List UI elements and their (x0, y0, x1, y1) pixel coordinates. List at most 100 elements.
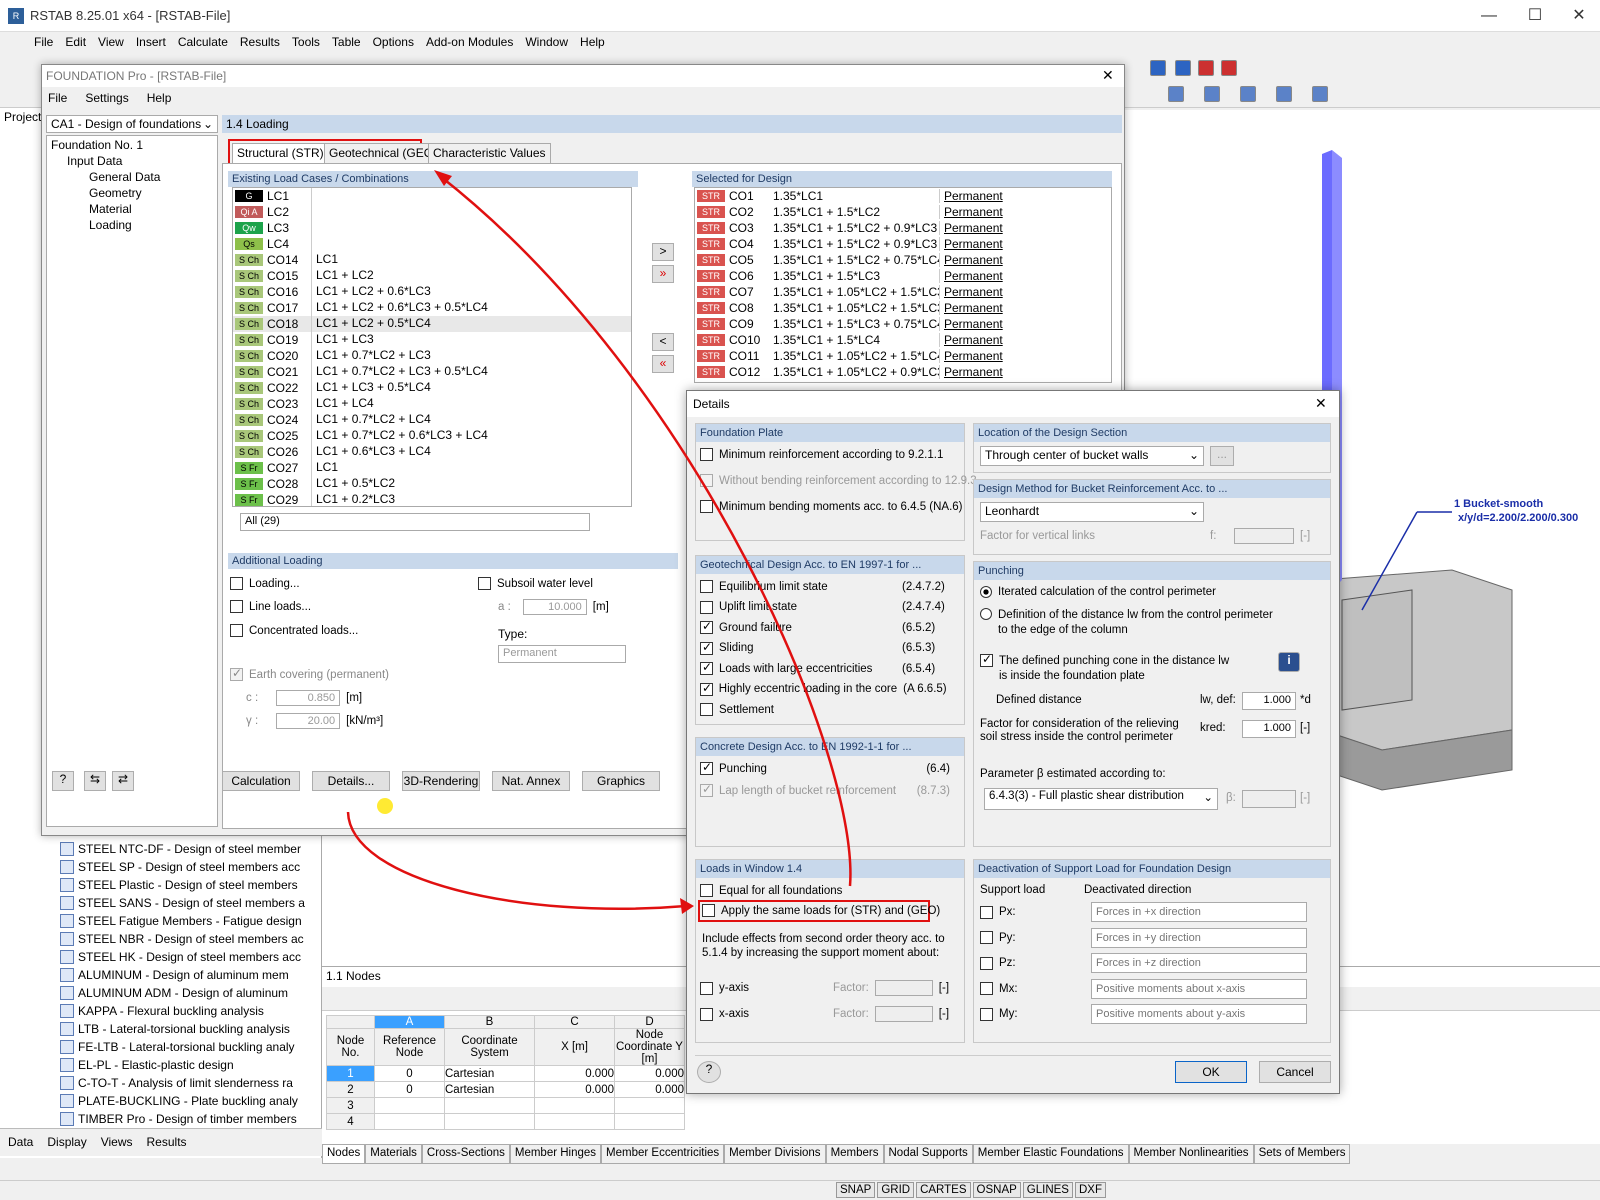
existing-row[interactable]: G LC1 (233, 188, 631, 204)
tree-root[interactable]: Foundation No. 1 (51, 138, 143, 152)
table-cell[interactable] (534, 1097, 615, 1114)
existing-row[interactable]: S Ch CO16 LC1 + LC2 + 0.6*LC3 (233, 284, 631, 300)
calculation-button[interactable]: Calculation (222, 771, 300, 791)
tab-str[interactable]: Structural (STR) (232, 143, 329, 165)
table-cell[interactable]: 2 (326, 1081, 375, 1098)
toolbar-icon[interactable] (1276, 86, 1292, 102)
table-tab[interactable]: Members (825, 1144, 884, 1164)
maximize-icon[interactable]: ☐ (1512, 0, 1558, 32)
table-cell[interactable]: 0.000 (614, 1065, 685, 1082)
ok-button[interactable]: OK (1175, 1061, 1247, 1083)
table-cell[interactable]: 0.000 (534, 1081, 615, 1098)
status-toggle[interactable]: CARTES (916, 1182, 971, 1198)
existing-list[interactable]: G LC1 Qi A LC2 Qw LC3 Qs LC4 S Ch CO14 LC1 S Ch CO15… (232, 187, 632, 507)
col-a[interactable]: A (374, 1015, 445, 1029)
def-dist-radio[interactable] (980, 608, 992, 620)
case-select[interactable]: CA1 - Design of foundations ⌄ (46, 115, 218, 133)
x-factor-input[interactable] (874, 1006, 933, 1022)
tree-general-data[interactable]: General Data (89, 170, 160, 184)
close-icon[interactable]: ✕ (1556, 0, 1600, 32)
module-item[interactable]: PLATE-BUCKLING - Plate buckling analy (60, 1092, 298, 1110)
fp-menu-help[interactable]: Help (147, 91, 172, 105)
deact-checkbox[interactable] (980, 982, 993, 995)
selected-row[interactable]: STR CO11 1.35*LC1 + 1.05*LC2 + 1.5*LC4 Perm… (695, 348, 1111, 364)
rendering-button[interactable]: 3D-Rendering (402, 771, 480, 791)
table-tab[interactable]: Nodal Supports (883, 1144, 973, 1164)
table-cell[interactable] (444, 1113, 535, 1130)
module-item[interactable]: KAPPA - Flexural buckling analysis (60, 1002, 264, 1020)
selected-row[interactable]: STR CO6 1.35*LC1 + 1.5*LC3 Permanent (695, 268, 1111, 284)
cancel-button[interactable]: Cancel (1259, 1061, 1331, 1083)
table-cell[interactable]: 1 (326, 1065, 375, 1082)
minimize-icon[interactable]: — (1466, 0, 1512, 32)
iter-radio[interactable] (980, 586, 992, 598)
nav-tab-views[interactable]: Views (101, 1135, 133, 1150)
selected-row[interactable]: STR CO7 1.35*LC1 + 1.05*LC2 + 1.5*LC3 Perma… (695, 284, 1111, 300)
tree-geometry[interactable]: Geometry (89, 186, 142, 200)
equal-foundations-checkbox[interactable] (700, 884, 713, 897)
geo-checkbox[interactable] (700, 580, 713, 593)
module-item[interactable]: STEEL Plastic - Design of steel members (60, 876, 298, 894)
table-cell[interactable] (614, 1113, 685, 1130)
toolbar-icon[interactable] (1198, 60, 1214, 76)
existing-row[interactable]: S Ch CO19 LC1 + LC3 (233, 332, 631, 348)
y-axis-checkbox[interactable] (700, 981, 713, 995)
menu-window[interactable]: Window (519, 32, 574, 52)
menu-addon[interactable]: Add-on Modules (420, 32, 519, 52)
deact-checkbox[interactable] (980, 905, 993, 919)
menu-file[interactable]: File (0, 32, 59, 52)
tab-geo[interactable]: Geotechnical (GEO) (324, 143, 443, 165)
deact-checkbox[interactable] (980, 931, 993, 944)
menu-insert[interactable]: Insert (130, 32, 172, 52)
table-row[interactable]: 3 (326, 1097, 685, 1114)
table-tab[interactable]: Sets of Members (1253, 1144, 1351, 1164)
menu-view[interactable]: View (92, 32, 130, 52)
fp-menu-settings[interactable]: Settings (85, 91, 128, 105)
existing-row[interactable]: S Ch CO20 LC1 + 0.7*LC2 + LC3 (233, 348, 631, 364)
status-toggle[interactable]: DXF (1074, 1182, 1106, 1198)
existing-row[interactable]: S Ch CO26 LC1 + 0.6*LC3 + LC4 (233, 444, 631, 460)
punching-checkbox[interactable] (700, 760, 713, 775)
nav-tab-results[interactable]: Results (147, 1135, 187, 1150)
export-icon[interactable]: ⇆ (84, 771, 106, 791)
module-item[interactable]: STEEL SP - Design of steel members acc (60, 858, 300, 876)
beta-select[interactable]: 6.4.3(3) - Full plastic shear distributi… (984, 788, 1218, 810)
tree-input-data[interactable]: Input Data (67, 154, 122, 168)
deact-checkbox[interactable] (980, 1007, 993, 1021)
existing-row[interactable]: S Fr CO29 LC1 + 0.2*LC3 (233, 492, 631, 506)
info-icon[interactable]: i (1278, 652, 1300, 672)
foundation-close-icon[interactable]: ✕ (1102, 67, 1114, 84)
nat-annex-button[interactable]: Nat. Annex (492, 771, 570, 791)
col-c[interactable]: C (534, 1015, 615, 1029)
details-help-icon[interactable]: ? (697, 1061, 721, 1083)
deact-select[interactable]: Forces in +x direction (1091, 902, 1307, 922)
module-item[interactable]: STEEL Fatigue Members - Fatigue design (60, 912, 302, 930)
remove-one-button[interactable]: < (652, 333, 674, 351)
module-item[interactable]: ALUMINUM ADM - Design of aluminum (60, 984, 288, 1002)
deact-select[interactable]: Positive moments about x-axis (1091, 978, 1307, 999)
table-cell[interactable]: 0 (374, 1065, 445, 1082)
line-loads-checkbox[interactable] (230, 600, 243, 613)
existing-row[interactable]: S Ch CO21 LC1 + 0.7*LC2 + LC3 + 0.5*LC4 (233, 364, 631, 380)
method-select[interactable]: Leonhardt ⌄ (980, 502, 1204, 522)
table-tab[interactable]: Member Divisions (724, 1144, 826, 1164)
table-cell[interactable] (614, 1097, 685, 1114)
import-icon[interactable]: ⇄ (112, 771, 134, 791)
table-cell[interactable] (374, 1097, 445, 1114)
kred-input[interactable]: 1.000 (1242, 720, 1296, 738)
existing-row[interactable]: S Ch CO22 LC1 + LC3 + 0.5*LC4 (233, 380, 631, 396)
toolbar-icon[interactable] (1175, 60, 1191, 76)
conc-loads-checkbox[interactable] (230, 624, 243, 637)
earth-checkbox[interactable] (230, 666, 243, 681)
y-factor-input[interactable] (874, 980, 933, 996)
nav-tab-display[interactable]: Display (47, 1135, 86, 1150)
table-cell[interactable]: 4 (326, 1113, 375, 1130)
location-more-button[interactable]: ... (1210, 446, 1234, 466)
existing-row[interactable]: S Fr CO28 LC1 + 0.5*LC2 (233, 476, 631, 492)
deact-checkbox[interactable] (980, 956, 993, 970)
module-item[interactable]: STEEL SANS - Design of steel members a (60, 894, 305, 912)
add-all-button[interactable]: » (652, 265, 674, 283)
status-toggle[interactable]: OSNAP (972, 1182, 1021, 1198)
tree-material[interactable]: Material (89, 202, 132, 216)
table-cell[interactable] (374, 1113, 445, 1130)
